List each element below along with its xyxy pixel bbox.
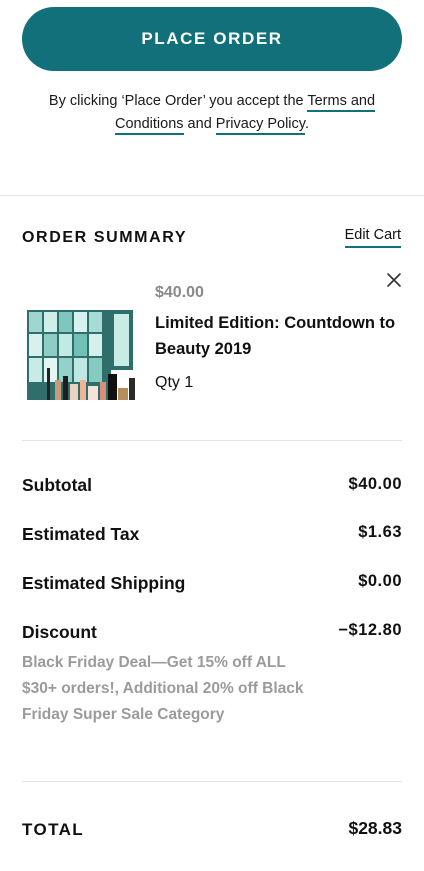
terms-notice: By clicking ‘Place Order’ you accept the… <box>20 90 404 136</box>
checkout-actions: PLACE ORDER By clicking ‘Place Order’ yo… <box>0 0 424 196</box>
subtotal-value: $40.00 <box>348 475 402 493</box>
privacy-policy-link[interactable]: Privacy Policy <box>215 116 305 135</box>
advent-calendar-product-image[interactable] <box>25 306 140 406</box>
edit-cart-link[interactable]: Edit Cart <box>344 227 401 248</box>
tax-label: Estimated Tax <box>22 524 140 544</box>
terms-prefix: By clicking ‘Place Order’ you accept the <box>48 93 308 109</box>
terms-suffix: . <box>304 116 309 132</box>
shipping-label: Estimated Shipping <box>22 573 186 593</box>
item-quantity: Qty 1 <box>155 374 194 391</box>
discount-value: −$12.80 <box>338 621 402 639</box>
order-summary-title: ORDER SUMMARY <box>22 229 188 246</box>
close-icon[interactable] <box>386 272 402 288</box>
divider <box>22 440 402 441</box>
place-order-button[interactable]: PLACE ORDER <box>22 7 402 71</box>
item-name[interactable]: Limited Edition: Countdown to Beauty 201… <box>155 310 405 362</box>
total-value: $28.83 <box>348 818 402 838</box>
shipping-value: $0.00 <box>358 572 402 590</box>
discount-description: Black Friday Deal—Get 15% off ALL $30+ o… <box>22 654 304 723</box>
divider <box>22 781 402 782</box>
terms-and-text: and <box>183 116 216 132</box>
total-label: TOTAL <box>22 820 85 839</box>
discount-label: Discount <box>22 622 97 642</box>
item-price: $40.00 <box>155 284 204 301</box>
subtotal-label: Subtotal <box>22 475 92 495</box>
tax-value: $1.63 <box>358 523 402 541</box>
